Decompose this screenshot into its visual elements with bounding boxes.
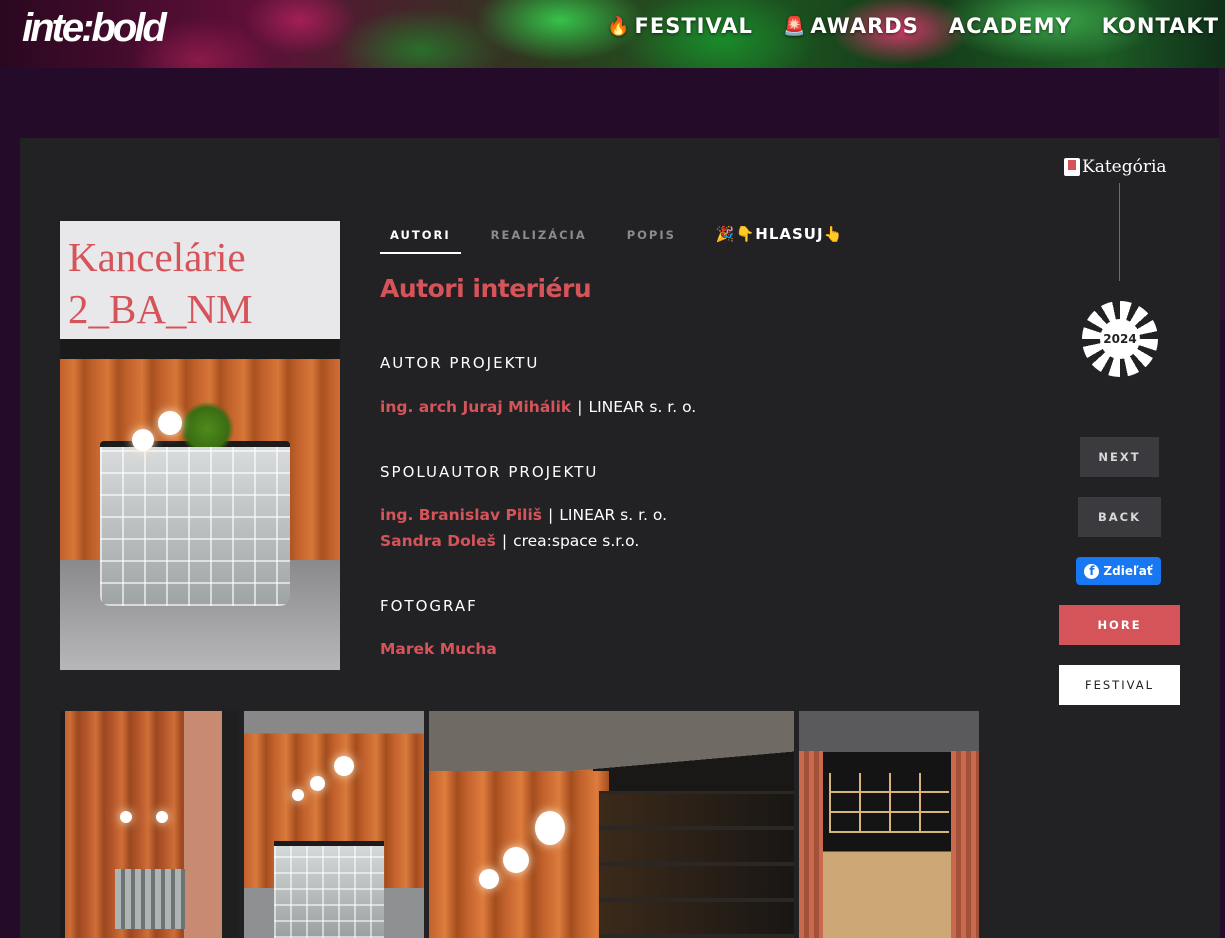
author-role-heading: AUTOR PROJEKTU [380,354,540,372]
tab-popis[interactable]: POPIS [617,228,686,254]
cover-lamp [158,411,182,435]
cover-lamp [132,429,154,451]
gallery-lamp [334,756,354,776]
gallery-shelves [599,791,794,938]
gallery-thumbnail[interactable] [60,711,238,938]
author-name-link[interactable]: ing. arch Juraj Mihálik [380,398,571,416]
festival-button[interactable]: FESTIVAL [1059,665,1180,705]
coauthor-row: ing. Branislav Piliš | LINEAR s. r. o. [380,506,667,524]
coauthor-name-link[interactable]: Sandra Doleš [380,532,496,550]
coauthor-role-heading: SPOLUAUTOR PROJEKTU [380,463,599,481]
coauthor-row: Sandra Doleš | crea:space s.r.o. [380,532,639,550]
separator: | [577,398,583,416]
siren-icon: 🚨 [782,15,807,37]
tab-hlasuj[interactable]: 🎉👇HLASUJ👆 [706,225,853,254]
nav-awards-label: AWARDS [810,14,919,38]
project-tabs: AUTORI REALIZÁCIA POPIS 🎉👇HLASUJ👆 [380,225,873,254]
coauthor-company: LINEAR s. r. o. [559,506,668,524]
gallery-lamp [120,811,132,823]
photographer-name-link[interactable]: Marek Mucha [380,640,497,658]
project-cover-image[interactable]: Kancelárie 2_BA_NM [60,221,340,670]
gallery-shelf [115,869,185,929]
gallery-lamp [156,811,168,823]
badge-year: 2024 [1100,319,1140,359]
next-button[interactable]: NEXT [1080,437,1159,477]
nav-festival[interactable]: 🔥 FESTIVAL [607,14,753,38]
gallery-lamp [292,789,304,801]
author-row: ing. arch Juraj Mihálik | LINEAR s. r. o. [380,398,696,416]
photographer-row: Marek Mucha [380,640,497,658]
gallery-thumbnail[interactable] [799,711,979,938]
gallery-shelves [829,773,949,833]
facebook-icon: f [1084,563,1100,579]
project-panel: Kancelárie 2_BA_NM AUTORI REALIZÁCIA POP… [20,138,1220,938]
gallery-thumbnail[interactable] [244,711,424,938]
category-divider [1119,183,1120,281]
back-button[interactable]: BACK [1078,497,1161,537]
coauthor-company: crea:space s.r.o. [513,532,640,550]
site-header: inte:bold 🔥 FESTIVAL 🚨 AWARDS ACADEMY KO… [0,0,1225,68]
photographer-role-heading: FOTOGRAF [380,597,478,615]
gallery-curtain [951,751,979,938]
site-logo[interactable]: inte:bold [22,6,167,50]
coauthor-name-link[interactable]: ing. Branislav Piliš [380,506,542,524]
year-badge-logo: 2024 [1082,301,1158,377]
gallery-lamp [310,776,325,791]
cover-glass-desk [100,441,290,606]
gallery-desk [274,841,384,938]
tab-autori[interactable]: AUTORI [380,228,461,254]
separator: | [548,506,554,524]
fire-icon: 🔥 [607,15,631,37]
separator: | [501,532,508,550]
main-nav: 🔥 FESTIVAL 🚨 AWARDS ACADEMY KONTAKT [607,14,1219,38]
category-link[interactable]: Kategória [1064,157,1167,177]
gallery-lamp [503,847,529,873]
gallery-curtain [799,751,823,938]
facebook-share-button[interactable]: f Zdieľať [1076,557,1161,585]
nav-kontakt[interactable]: KONTAKT [1102,14,1219,38]
cover-title: Kancelárie 2_BA_NM [68,234,253,332]
share-label: Zdieľať [1103,564,1153,578]
bookmark-icon [1064,158,1080,176]
nav-kontakt-label: KONTAKT [1101,14,1219,38]
category-label: Kategória [1082,157,1167,177]
nav-festival-label: FESTIVAL [634,14,753,38]
nav-academy-label: ACADEMY [948,14,1072,38]
nav-academy[interactable]: ACADEMY [949,14,1072,38]
top-button[interactable]: HORE [1059,605,1180,645]
cover-plant [180,401,234,447]
section-title: Autori interiéru [380,274,592,303]
gallery-lamp [535,811,565,845]
tab-realizacia[interactable]: REALIZÁCIA [481,228,597,254]
gallery-lamp [479,869,499,889]
author-company: LINEAR s. r. o. [588,398,697,416]
nav-awards[interactable]: 🚨 AWARDS [783,14,919,38]
gallery-thumbnail[interactable] [429,711,794,938]
